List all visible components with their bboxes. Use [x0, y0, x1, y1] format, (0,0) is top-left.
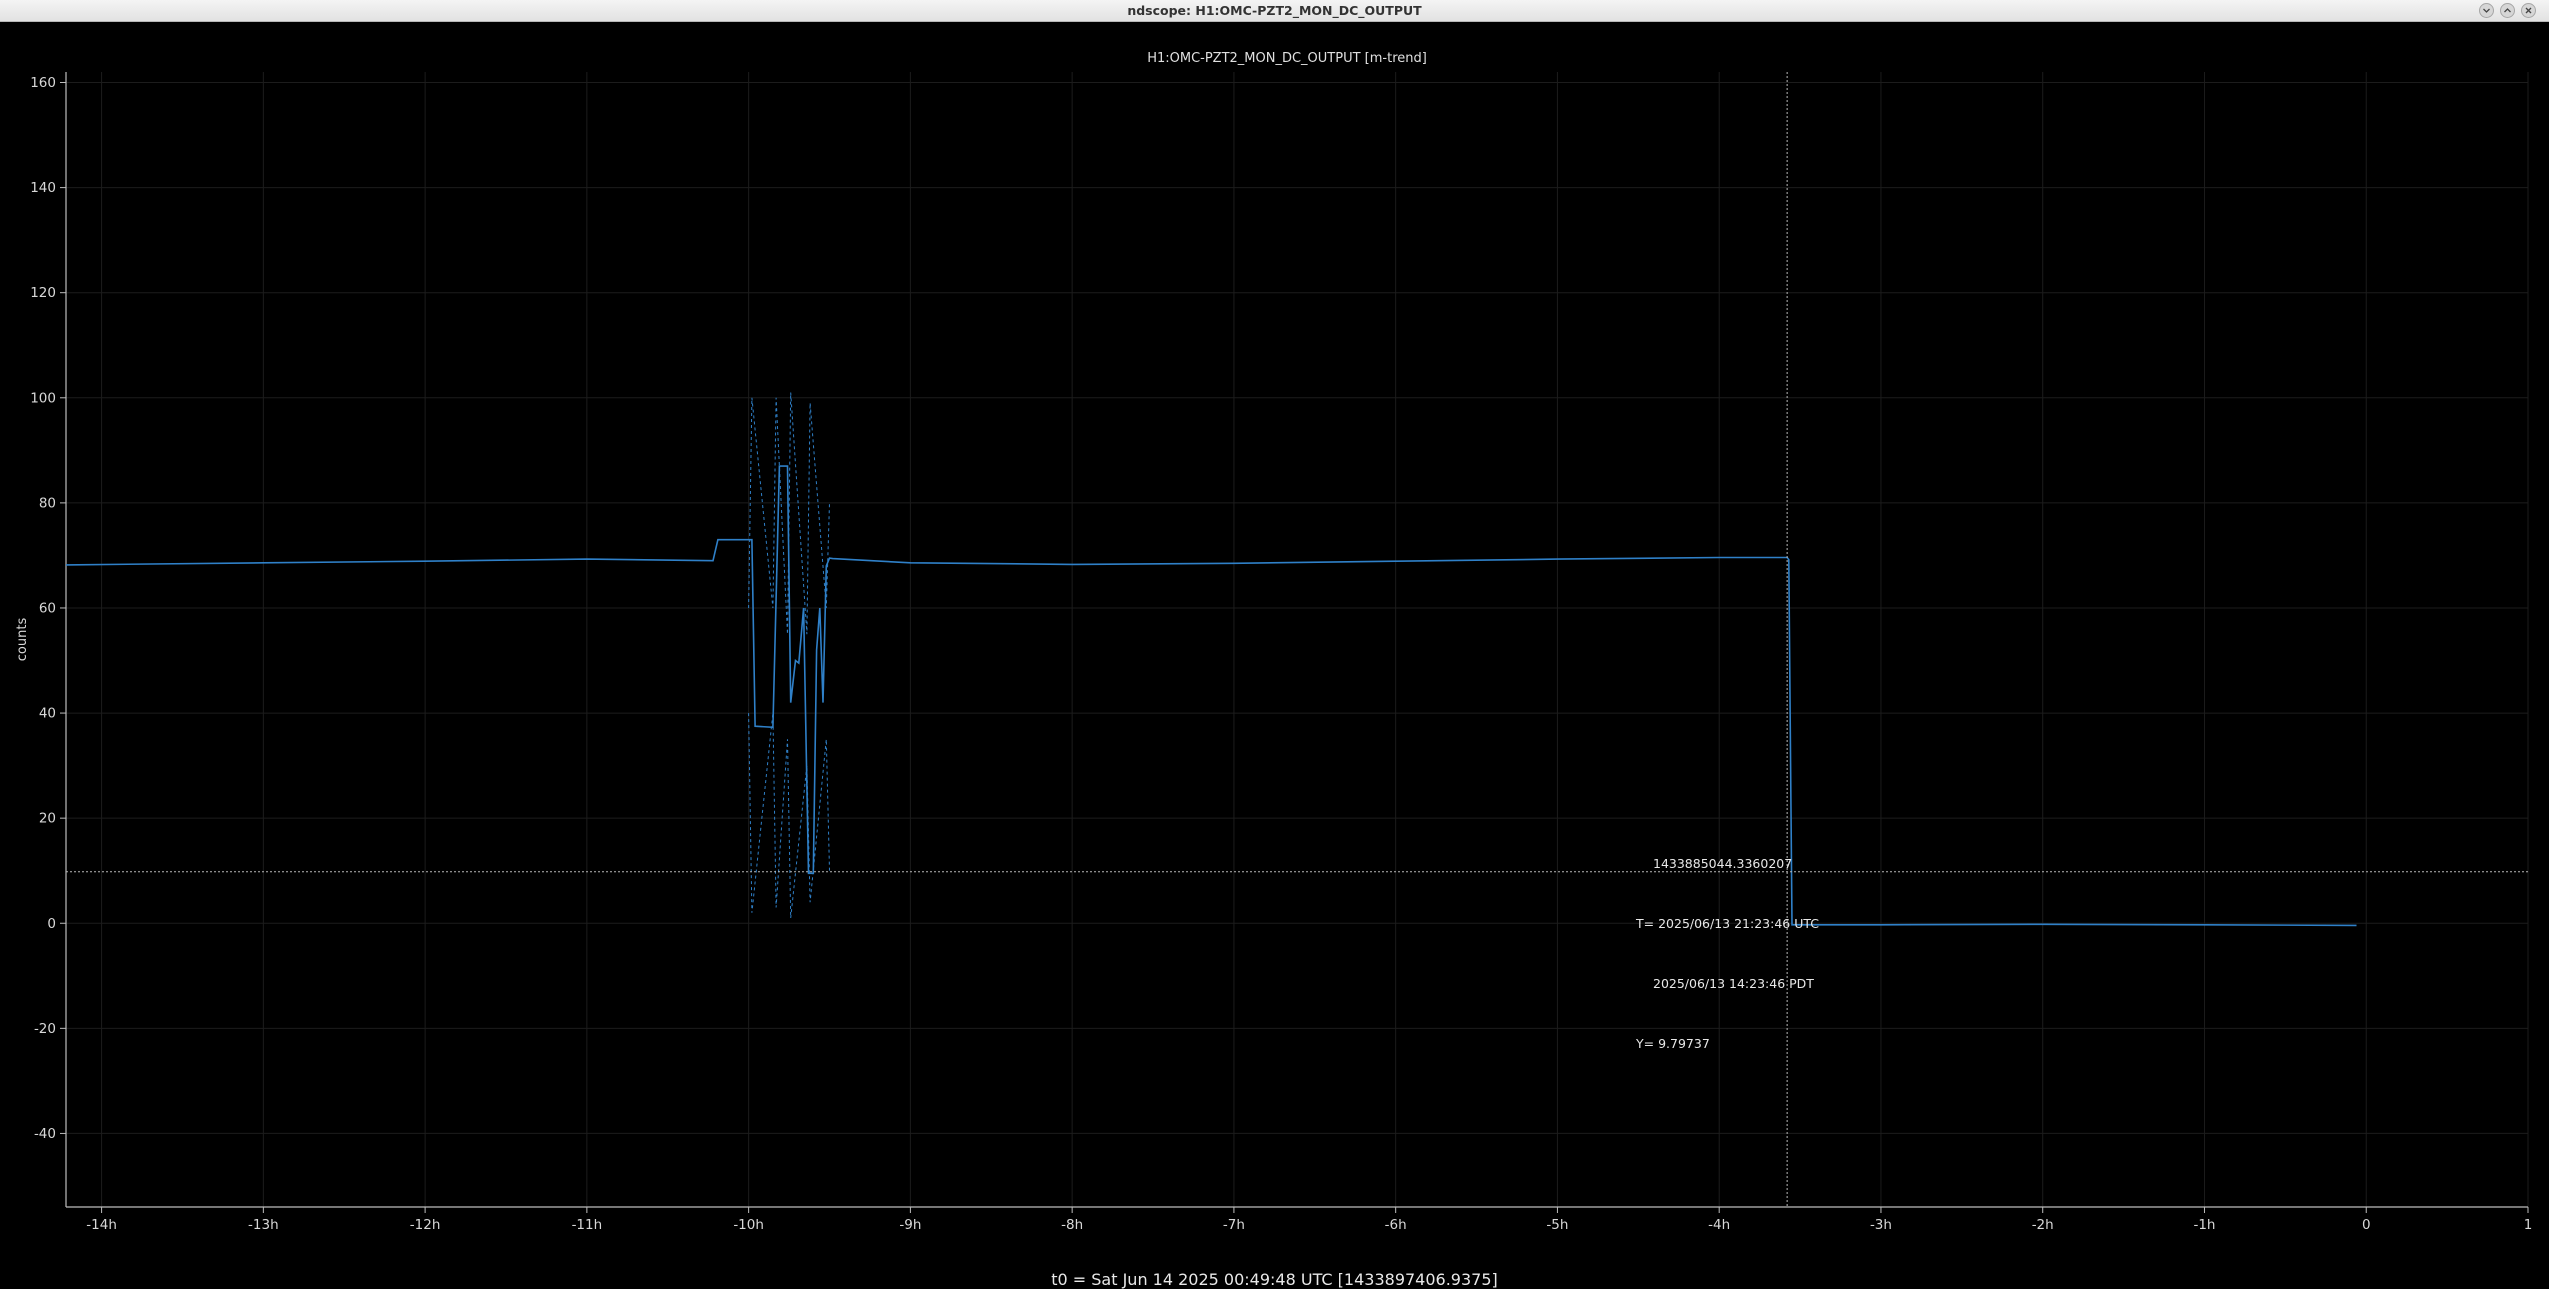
- y-tick-label: 40: [39, 706, 56, 722]
- cursor-y: Y= 9.79737: [1636, 1036, 1710, 1051]
- x-tick-label: -4h: [1708, 1217, 1730, 1233]
- chevron-up-icon: [2504, 8, 2511, 13]
- y-tick-label: 80: [39, 495, 56, 511]
- y-tick-label: 20: [39, 811, 56, 827]
- y-tick-label: -40: [34, 1126, 56, 1142]
- x-tick-label: -9h: [899, 1217, 921, 1233]
- minimize-button[interactable]: [2479, 3, 2494, 18]
- y-tick-label: 0: [47, 916, 56, 932]
- chevron-down-icon: [2483, 8, 2490, 13]
- grid-layer: [66, 72, 2529, 1207]
- y-tick-label: -20: [34, 1021, 56, 1037]
- chart-title: H1:OMC-PZT2_MON_DC_OUTPUT [m-trend]: [1147, 51, 1427, 66]
- plot-canvas[interactable]: H1:OMC-PZT2_MON_DC_OUTPUT [m-trend] coun…: [0, 22, 2549, 1282]
- cursor-readout: 1433885044.3360207 T= 2025/06/13 21:23:4…: [1636, 814, 1819, 1094]
- x-tick-label: 1: [2524, 1217, 2533, 1233]
- y-axis-label: counts: [15, 618, 30, 662]
- x-tick-label: -8h: [1061, 1217, 1083, 1233]
- x-tick-label: -6h: [1385, 1217, 1407, 1233]
- close-button[interactable]: [2521, 3, 2536, 18]
- x-tick-label: 0: [2362, 1217, 2371, 1233]
- y-tick-label: 140: [30, 180, 56, 196]
- x-tick-label: -5h: [1546, 1217, 1568, 1233]
- x-tick-label: -13h: [248, 1217, 279, 1233]
- close-icon: [2525, 7, 2532, 14]
- series-min-line: [748, 713, 830, 919]
- y-tick-label: 60: [39, 600, 56, 616]
- x-tick-label: -1h: [2193, 1217, 2215, 1233]
- x-tick-label: -7h: [1223, 1217, 1245, 1233]
- y-tick-label: 120: [30, 285, 56, 301]
- y-tick-label: 100: [30, 390, 56, 406]
- axis-layer[interactable]: -40 -20 0 20 40 60 80 100 120 140 160 -14h -13h -12h -…: [30, 72, 2532, 1233]
- window-title: ndscope: H1:OMC-PZT2_MON_DC_OUTPUT: [1127, 3, 1422, 18]
- series-layer: [65, 392, 2357, 927]
- x-tick-label: -10h: [733, 1217, 764, 1233]
- x-tick-label: -11h: [572, 1217, 603, 1233]
- window-titlebar[interactable]: ndscope: H1:OMC-PZT2_MON_DC_OUTPUT: [0, 0, 2549, 22]
- cursor-local: 2025/06/13 14:23:46 PDT: [1653, 976, 1814, 991]
- x-tick-label: -3h: [1870, 1217, 1892, 1233]
- x-tick-label: -2h: [2032, 1217, 2054, 1233]
- t0-label: t0 = Sat Jun 14 2025 00:49:48 UTC [14338…: [1051, 1270, 1498, 1289]
- x-tick-label: -14h: [86, 1217, 117, 1233]
- series-mean-line: [65, 465, 2357, 927]
- y-tick-label: 160: [30, 75, 56, 91]
- x-tick-label: -12h: [410, 1217, 441, 1233]
- crosshair[interactable]: [66, 72, 2528, 1207]
- maximize-button[interactable]: [2500, 3, 2515, 18]
- cursor-utc: T= 2025/06/13 21:23:46 UTC: [1636, 916, 1819, 931]
- plot-area[interactable]: H1:OMC-PZT2_MON_DC_OUTPUT [m-trend] coun…: [0, 22, 2549, 1289]
- cursor-gps: 1433885044.3360207: [1653, 856, 1793, 871]
